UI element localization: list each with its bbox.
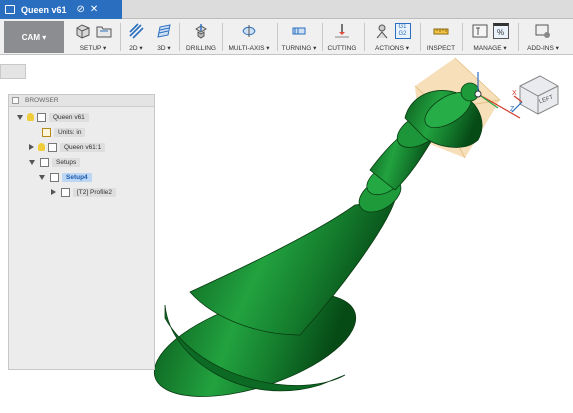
tool-library-icon[interactable] (472, 23, 488, 39)
tree-node-root[interactable]: Queen v61 (17, 111, 89, 123)
expand-icon[interactable] (51, 189, 56, 195)
turning-icon[interactable] (291, 23, 307, 39)
drilling-label: DRILLING (186, 45, 216, 52)
profile-toolpath-icon (61, 187, 70, 197)
axis-z-label: Z (510, 106, 515, 113)
visibility-bulb-icon[interactable] (27, 113, 34, 121)
tab-sync-icon[interactable]: ⊘ (77, 4, 85, 15)
tree-label-selected: Setup4 (62, 172, 92, 182)
actions-group[interactable]: G1 G2 ACTIONS ▾ (366, 21, 418, 53)
add-ins-icon[interactable] (535, 23, 551, 39)
divider (518, 23, 519, 51)
post-process-icon[interactable]: G1 G2 (394, 23, 411, 39)
divider (462, 23, 463, 51)
3d-toolpath-icon[interactable] (156, 23, 172, 39)
divider (420, 23, 421, 51)
add-ins-group[interactable]: ADD-INS ▾ (520, 21, 566, 53)
navigation-strip[interactable] (0, 64, 26, 79)
expand-icon[interactable] (17, 114, 23, 120)
setup-icon (50, 172, 59, 182)
units-icon (42, 127, 51, 137)
tree-node-units[interactable]: Units: in (39, 126, 86, 138)
g1-text: G1 (398, 24, 407, 30)
expand-icon[interactable] (29, 144, 34, 150)
tree-label: Setups (52, 157, 81, 167)
expand-icon[interactable] (39, 174, 45, 180)
divider (120, 23, 121, 51)
inspect-label: INSPECT (426, 45, 456, 52)
setup-group-label: SETUP ▾ (79, 45, 107, 52)
tree-label: [T2] Profile2 (73, 187, 117, 197)
setups-folder-icon (40, 157, 49, 167)
3d-group[interactable]: 3D ▾ (150, 21, 178, 53)
percent-text: % (496, 28, 505, 37)
tree-label: Queen v61:1 (60, 142, 106, 152)
divider (322, 23, 323, 51)
turning-group[interactable]: TURNING ▾ (279, 21, 319, 53)
divider (364, 23, 365, 51)
view-cube-icon[interactable] (510, 68, 562, 120)
new-setup-icon[interactable] (75, 23, 91, 39)
3d-group-label: 3D ▾ (157, 45, 171, 52)
divider (179, 23, 180, 51)
component-icon (48, 142, 57, 152)
document-icon (5, 5, 15, 14)
add-ins-label: ADD-INS ▾ (527, 45, 559, 52)
2d-toolpath-icon[interactable] (128, 23, 144, 39)
turning-label: TURNING ▾ (281, 45, 317, 52)
document-node-icon (37, 112, 46, 122)
setup-folder-icon[interactable] (96, 23, 112, 39)
queen-model[interactable] (142, 82, 483, 413)
measure-icon[interactable] (433, 23, 449, 39)
tree-node-profile[interactable]: [T2] Profile2 (51, 186, 117, 198)
tree-node-setups[interactable]: Setups (29, 156, 81, 168)
expand-icon[interactable] (29, 159, 35, 165)
visibility-bulb-icon[interactable] (38, 143, 45, 151)
tree-label: Queen v61 (49, 112, 89, 122)
collapse-icon[interactable] (12, 97, 19, 104)
manage-label: MANAGE ▾ (473, 45, 507, 52)
inspect-group[interactable]: INSPECT (422, 21, 460, 53)
drilling-group[interactable]: DRILLING (181, 21, 221, 53)
g2-text: G2 (398, 31, 407, 37)
tree-node-setup4[interactable]: Setup4 (39, 171, 92, 183)
tree-node-component[interactable]: Queen v61:1 (29, 141, 106, 153)
multi-axis-label: MULTI-AXIS ▾ (228, 45, 270, 52)
multi-axis-group[interactable]: MULTI-AXIS ▾ (224, 21, 274, 53)
setup-group[interactable]: SETUP ▾ (68, 21, 118, 53)
actions-label: ACTIONS ▾ (375, 45, 409, 52)
cutting-group[interactable]: CUTTING (324, 21, 360, 53)
title-bar: Queen v61 ⊘ ✕ (0, 0, 573, 19)
divider (222, 23, 223, 51)
divider (277, 23, 278, 51)
multi-axis-icon[interactable] (241, 23, 257, 39)
manage-group[interactable]: % MANAGE ▾ (464, 21, 516, 53)
post-library-icon[interactable]: % (492, 23, 509, 39)
cutting-icon[interactable] (334, 23, 350, 39)
toolbar-ribbon: CAM ▾ SETUP ▾ 2D ▾ 3D ▾ DRILLING MULTI-A… (0, 19, 573, 55)
2d-group-label: 2D ▾ (129, 45, 143, 52)
simulate-icon[interactable] (374, 23, 390, 39)
tree-label: Units: in (54, 127, 86, 137)
workspace-switcher-cam[interactable]: CAM ▾ (4, 21, 64, 53)
document-tab[interactable]: Queen v61 ⊘ ✕ (0, 0, 122, 19)
document-title: Queen v61 (21, 4, 67, 15)
2d-group[interactable]: 2D ▾ (122, 21, 150, 53)
browser-title: BROWSER (25, 97, 59, 104)
axis-x-label: X (512, 90, 517, 97)
browser-header[interactable]: BROWSER (9, 95, 154, 107)
view-cube[interactable]: LEFT Z X (510, 68, 562, 120)
browser-panel: BROWSER Queen v61 Units: in Queen v61:1 … (8, 94, 155, 370)
drill-icon[interactable] (193, 23, 209, 39)
cutting-label: CUTTING (327, 45, 357, 52)
close-tab-icon[interactable]: ✕ (90, 4, 98, 15)
